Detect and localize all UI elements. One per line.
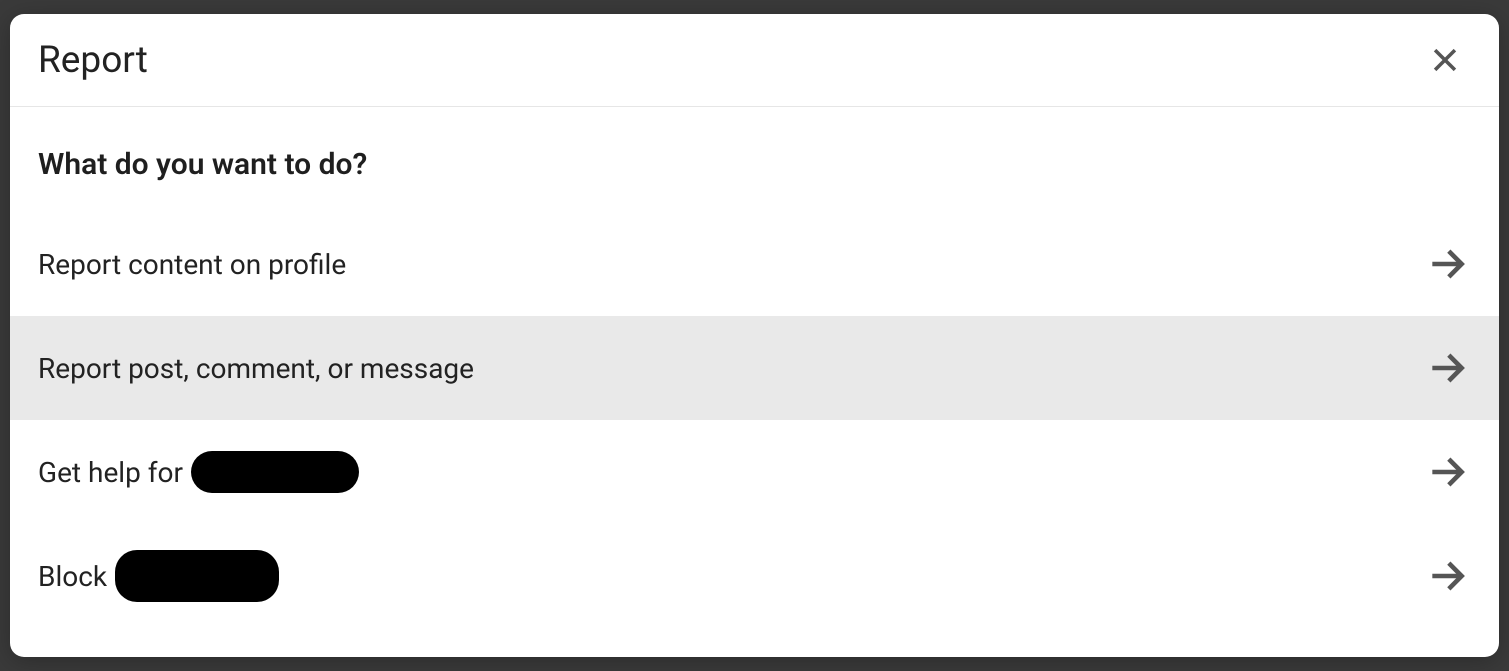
option-report-post-comment-message[interactable]: Report post, comment, or message (10, 316, 1499, 420)
arrow-right-icon (1425, 346, 1469, 390)
arrow-right-icon (1425, 450, 1469, 494)
option-label: Report post, comment, or message (38, 352, 474, 385)
modal-header: Report (10, 14, 1499, 107)
arrow-right-icon (1425, 554, 1469, 598)
redacted-name (115, 550, 279, 602)
option-label: Report content on profile (38, 248, 346, 281)
redacted-name (191, 451, 359, 493)
option-report-content-on-profile[interactable]: Report content on profile (10, 212, 1499, 316)
close-button[interactable] (1421, 36, 1469, 84)
option-label-prefix: Get help for (38, 456, 183, 489)
modal-title: Report (38, 39, 148, 82)
option-label: Get help for (38, 451, 359, 493)
arrow-right-icon (1425, 242, 1469, 286)
close-icon (1428, 43, 1462, 77)
modal-backdrop: Report What do you want to do? Report co… (0, 0, 1509, 671)
option-label-prefix: Block (38, 560, 107, 593)
option-get-help-for-user[interactable]: Get help for (10, 420, 1499, 524)
modal-body: What do you want to do? Report content o… (10, 107, 1499, 628)
report-modal: Report What do you want to do? Report co… (10, 14, 1499, 657)
option-label: Block (38, 550, 279, 602)
modal-prompt: What do you want to do? (10, 147, 1499, 182)
option-block-user[interactable]: Block (10, 524, 1499, 628)
